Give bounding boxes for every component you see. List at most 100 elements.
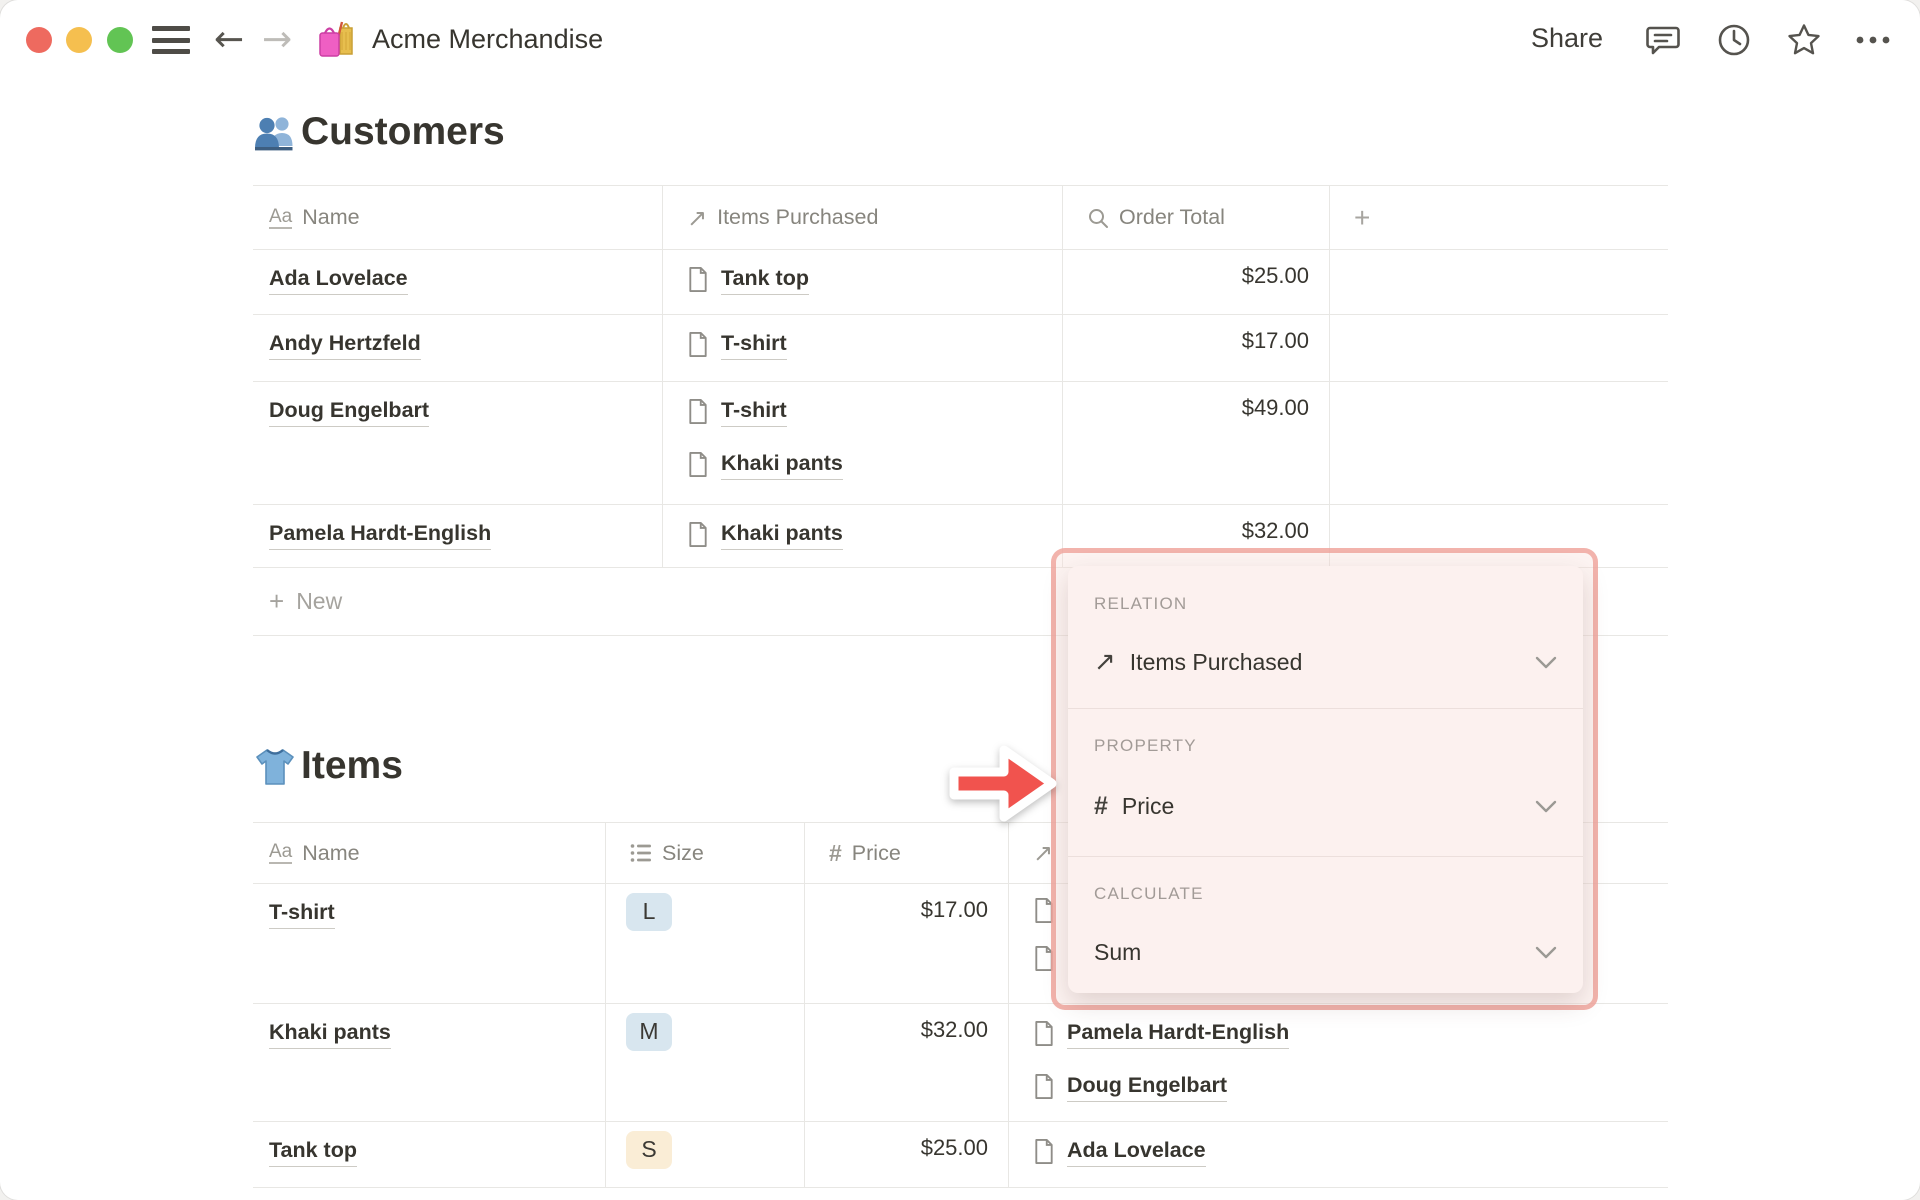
relation-select[interactable]: ↗ Items Purchased xyxy=(1094,640,1557,684)
rollup-config-popup: RELATION ↗ Items Purchased PROPERTY # Pr… xyxy=(1068,566,1583,993)
item-page-link[interactable]: Khaki pants xyxy=(687,518,1042,550)
price-cell[interactable]: $25.00 xyxy=(805,1122,1009,1187)
customer-page-link[interactable]: Doug Engelbart xyxy=(269,395,430,427)
add-column-button[interactable]: + xyxy=(1330,186,1668,249)
page-icon xyxy=(689,521,707,547)
order-total-cell[interactable]: $49.00 xyxy=(1063,382,1330,504)
column-header-name[interactable]: Aa Name xyxy=(253,823,606,883)
favorite-star-icon[interactable] xyxy=(1786,22,1822,58)
page-icon xyxy=(689,331,707,357)
calculate-select[interactable]: Sum xyxy=(1094,930,1557,974)
column-label: Order Total xyxy=(1119,205,1225,229)
customers-header-row: Aa Name ↗ Items Purchased Order Total + xyxy=(253,185,1668,250)
size-badge[interactable]: S xyxy=(626,1131,672,1169)
customer-link-text: Pamela Hardt-English xyxy=(1067,1017,1290,1049)
nav-back-icon[interactable]: ← xyxy=(214,18,244,62)
column-label: Name xyxy=(302,840,360,865)
items-section-title: Items xyxy=(253,744,403,788)
customers-title-text: Customers xyxy=(301,110,505,153)
customer-page-link[interactable]: Andy Hertzfeld xyxy=(269,328,421,360)
item-page-link[interactable]: T-shirt xyxy=(687,395,1042,427)
property-value: Price xyxy=(1121,792,1175,819)
customer-page-link[interactable]: Ada Lovelace xyxy=(1033,1135,1648,1167)
price-cell[interactable]: $17.00 xyxy=(805,884,1009,1003)
annotation-arrow-icon xyxy=(944,736,1062,837)
column-header-name[interactable]: Aa Name xyxy=(253,186,663,249)
chevron-down-icon xyxy=(1535,656,1557,669)
text-property-icon: Aa xyxy=(269,841,293,864)
column-label: Name xyxy=(302,205,360,229)
customer-page-link[interactable]: Doug Engelbart xyxy=(1033,1070,1648,1102)
customer-page-link[interactable]: Pamela Hardt-English xyxy=(1033,1017,1648,1049)
item-link-text: T-shirt xyxy=(721,328,787,360)
customer-link-text: Doug Engelbart xyxy=(1067,1070,1228,1102)
property-select[interactable]: # Price xyxy=(1094,784,1557,828)
price-cell[interactable]: $32.00 xyxy=(805,1004,1009,1121)
page-icon xyxy=(1035,1020,1053,1046)
rollup-property-icon xyxy=(1087,207,1109,229)
zoom-window-button[interactable] xyxy=(107,27,133,53)
title-bar: ← → Acme Merchandise Share xyxy=(0,0,1920,80)
more-options-icon[interactable] xyxy=(1852,22,1890,58)
calculate-section-label: CALCULATE xyxy=(1094,884,1204,903)
relation-property-icon: ↗ xyxy=(687,203,708,232)
app-window: ← → Acme Merchandise Share Customers Aa … xyxy=(0,0,1920,1200)
nav-forward-icon: → xyxy=(262,19,293,60)
page-icon xyxy=(689,451,707,477)
item-page-link[interactable]: Khaki pants xyxy=(269,1017,391,1049)
item-page-link[interactable]: T-shirt xyxy=(269,897,335,929)
column-header-items-purchased[interactable]: ↗ Items Purchased xyxy=(663,186,1063,249)
history-icon[interactable] xyxy=(1716,22,1752,58)
property-section-label: PROPERTY xyxy=(1094,736,1197,755)
people-icon xyxy=(253,111,297,153)
divider xyxy=(1068,708,1583,709)
order-total-cell[interactable]: $25.00 xyxy=(1063,250,1330,314)
column-label: Size xyxy=(662,840,704,865)
page-icon xyxy=(689,398,707,424)
relation-section-label: RELATION xyxy=(1094,594,1188,613)
page-title: Acme Merchandise xyxy=(372,24,604,54)
table-row[interactable]: Doug Engelbart T-shirt Khaki pants $49.0… xyxy=(253,382,1668,505)
item-page-link[interactable]: Khaki pants xyxy=(687,448,1042,480)
empty-cell[interactable] xyxy=(1330,250,1668,314)
relation-value: Items Purchased xyxy=(1129,648,1303,675)
new-row-label: New xyxy=(296,588,343,614)
order-total-cell[interactable]: $17.00 xyxy=(1063,315,1330,381)
table-row[interactable]: Ada Lovelace Tank top $25.00 xyxy=(253,250,1668,315)
customer-page-link[interactable]: Pamela Hardt-English xyxy=(269,518,492,550)
add-column-icon: + xyxy=(1354,201,1371,233)
customer-page-link[interactable]: Ada Lovelace xyxy=(269,263,408,295)
page-icon xyxy=(1035,1073,1053,1099)
page-icon xyxy=(689,266,707,292)
column-header-order-total[interactable]: Order Total xyxy=(1063,186,1330,249)
column-label: Price xyxy=(851,840,901,865)
items-title-text: Items xyxy=(301,744,403,787)
shopping-bags-icon xyxy=(316,18,358,67)
page-icon xyxy=(1035,1138,1053,1164)
size-badge[interactable]: L xyxy=(626,893,672,931)
chevron-down-icon xyxy=(1535,946,1557,959)
table-row[interactable]: Tank top S $25.00 Ada Lovelace xyxy=(253,1122,1668,1188)
size-badge[interactable]: M xyxy=(626,1013,672,1051)
item-link-text: Khaki pants xyxy=(721,518,843,550)
sidebar-menu-icon[interactable] xyxy=(152,26,190,54)
item-page-link[interactable]: Tank top xyxy=(687,263,1042,295)
table-row[interactable]: Andy Hertzfeld T-shirt $17.00 xyxy=(253,315,1668,382)
comments-icon[interactable] xyxy=(1645,22,1681,58)
item-link-text: Tank top xyxy=(721,263,809,295)
empty-cell[interactable] xyxy=(1330,382,1668,504)
tshirt-icon xyxy=(253,744,297,788)
column-header-size[interactable]: Size xyxy=(606,823,805,883)
plus-icon: + xyxy=(269,586,285,616)
item-link-text: T-shirt xyxy=(721,395,787,427)
item-page-link[interactable]: T-shirt xyxy=(687,328,1042,360)
share-button[interactable]: Share xyxy=(1531,23,1603,54)
minimize-window-button[interactable] xyxy=(66,27,92,53)
select-property-icon xyxy=(630,843,652,863)
empty-cell[interactable] xyxy=(1330,315,1668,381)
item-link-text: Khaki pants xyxy=(721,448,843,480)
item-page-link[interactable]: Tank top xyxy=(269,1135,357,1167)
chevron-down-icon xyxy=(1535,800,1557,813)
close-window-button[interactable] xyxy=(26,27,52,53)
table-row[interactable]: Khaki pants M $32.00 Pamela Hardt-Englis… xyxy=(253,1004,1668,1122)
